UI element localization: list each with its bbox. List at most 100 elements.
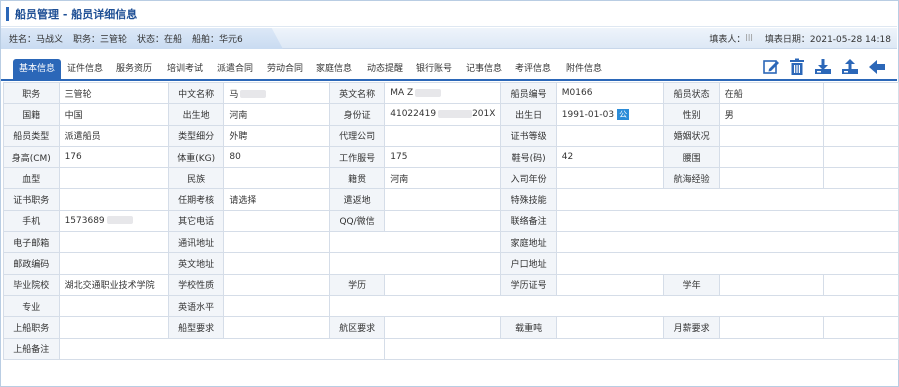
crew-type-label: 船员类型: [3, 124, 60, 147]
delete-icon[interactable]: [788, 58, 806, 76]
agency-value[interactable]: [384, 124, 502, 147]
calendar-type-badge[interactable]: 公: [617, 108, 630, 120]
type-detail-value[interactable]: 外聘: [223, 124, 330, 147]
id-card-text: 41022419: [390, 109, 437, 120]
mail-address-label: 通讯地址: [167, 231, 225, 254]
school-type-label: 学校性质: [167, 273, 225, 296]
household-address-value[interactable]: [555, 252, 899, 275]
sea-experience-value[interactable]: [718, 167, 824, 190]
native-place-value[interactable]: 河南: [384, 167, 502, 190]
height-value[interactable]: 176: [58, 145, 169, 169]
chinese-name-value[interactable]: 马: [223, 81, 330, 105]
agency-label: 代理公司: [328, 124, 386, 147]
onboard-notes-value[interactable]: [58, 337, 386, 360]
redacted-mask: [240, 90, 267, 99]
dwt-value[interactable]: [555, 316, 665, 339]
crew-summary: 姓名：马战义 职务：三管轮 状态：在船 船舶：华元6: [1, 28, 283, 49]
title-marker: [6, 7, 9, 21]
gender-value[interactable]: 男: [718, 103, 824, 126]
tab-dynamic-reminder[interactable]: 动态提醒: [367, 60, 403, 79]
special-skills-value[interactable]: [555, 188, 899, 211]
salary-req-value[interactable]: [718, 316, 824, 339]
table-row: 专业 英语水平: [3, 294, 899, 318]
tab-bank-account[interactable]: 银行账号: [416, 60, 452, 79]
repatriation-place-value[interactable]: [384, 188, 502, 211]
major-value[interactable]: [58, 294, 169, 318]
tab-cert-info[interactable]: 证件信息: [67, 60, 103, 79]
crew-type-value[interactable]: 派遣船员: [58, 124, 169, 147]
tab-dispatch-contract[interactable]: 派遣合同: [217, 60, 253, 79]
ship-type-req-label: 船型要求: [167, 316, 225, 339]
id-card-value[interactable]: 41022419 201X: [384, 103, 502, 126]
english-name-text: MA Z: [390, 88, 414, 99]
repatriation-place-label: 遣返地: [328, 188, 386, 211]
shoe-size-value[interactable]: 42: [555, 145, 665, 169]
birthplace-value[interactable]: 河南: [223, 103, 330, 126]
crew-number-value[interactable]: M0166: [555, 81, 665, 105]
join-year-value[interactable]: [555, 167, 665, 190]
school-type-value[interactable]: [223, 273, 330, 296]
english-address-value[interactable]: [223, 252, 330, 275]
term-assessment-value[interactable]: 请选择: [223, 188, 330, 211]
ethnicity-value[interactable]: [223, 167, 330, 190]
tab-training-exam[interactable]: 培训考试: [167, 60, 203, 79]
back-arrow-icon[interactable]: [868, 58, 886, 76]
cert-post-value[interactable]: [58, 188, 169, 211]
english-level-value[interactable]: [223, 294, 330, 318]
post-value[interactable]: 三管轮: [58, 81, 169, 105]
postcode-label: 邮政编码: [3, 252, 60, 275]
tab-service-record[interactable]: 服务资历: [116, 60, 152, 79]
marital-status-value[interactable]: [718, 124, 824, 147]
crew-status-value[interactable]: 在船: [718, 81, 824, 105]
school-years-value[interactable]: [718, 273, 824, 296]
tab-basic-info[interactable]: 基本信息: [13, 59, 62, 79]
english-name-value[interactable]: MA Z: [384, 81, 502, 105]
graduate-school-text: 湖北交通职业技术学院: [64, 281, 155, 292]
birth-date-value[interactable]: 1991-01-03 公: [555, 103, 665, 126]
onboard-post-value[interactable]: [58, 316, 169, 339]
crew-status: 状态：在船: [137, 35, 183, 45]
qq-wechat-value[interactable]: [384, 209, 502, 233]
tab-notes-info[interactable]: 记事信息: [466, 60, 502, 79]
mail-address-value[interactable]: [223, 231, 330, 254]
uniform-size-value[interactable]: 175: [384, 145, 502, 169]
ship-type-req-value[interactable]: [223, 316, 330, 339]
table-row: 手机 1573689 其它电话 QQ/微信 联络备注: [3, 209, 899, 233]
blood-type-value[interactable]: [58, 167, 169, 190]
tab-bar: 基本信息 证件信息 服务资历 培训考试 派遣合同 劳动合同 家庭信息 动态提醒 银行账号 记事信息…: [1, 55, 897, 81]
birthplace-text: 河南: [229, 110, 248, 121]
mobile-label: 手机: [3, 209, 60, 233]
empty-cell: [822, 124, 899, 147]
weight-value[interactable]: 80: [223, 145, 330, 169]
other-phone-value[interactable]: [223, 209, 330, 233]
graduate-school-value[interactable]: 湖北交通职业技术学院: [58, 273, 169, 296]
tab-attachment-info[interactable]: 附件信息: [566, 60, 602, 79]
mobile-value[interactable]: 1573689: [58, 209, 169, 233]
tab-evaluation-info[interactable]: 考评信息: [515, 60, 551, 79]
tab-labor-contract[interactable]: 劳动合同: [267, 60, 303, 79]
waist-value[interactable]: [718, 145, 824, 169]
cert-level-value[interactable]: [555, 124, 665, 147]
email-value[interactable]: [58, 231, 169, 254]
empty-cell: [822, 273, 899, 296]
diploma-number-value[interactable]: [555, 273, 665, 296]
edit-icon[interactable]: [762, 58, 780, 76]
upload-icon[interactable]: [841, 58, 859, 76]
sea-area-req-value[interactable]: [384, 316, 502, 339]
table-row: 毕业院校 湖北交通职业技术学院 学校性质 学历 学历证号 学年: [3, 273, 899, 296]
height-text: 176: [64, 152, 82, 163]
download-icon[interactable]: [814, 58, 832, 76]
tab-family-info[interactable]: 家庭信息: [316, 60, 352, 79]
shoe-size-text: 42: [561, 152, 574, 163]
home-address-value[interactable]: [555, 231, 899, 254]
nationality-text: 中国: [64, 110, 83, 121]
empty-cell: [384, 337, 899, 360]
fill-date: 填表日期：2021-05-28 14:18: [764, 35, 891, 45]
other-phone-label: 其它电话: [167, 209, 225, 233]
education-value[interactable]: [384, 273, 502, 296]
table-row: 上船职务 船型要求 航区要求 载重吨 月薪要求: [3, 316, 899, 339]
nationality-value[interactable]: 中国: [58, 103, 169, 126]
contact-notes-value[interactable]: [555, 209, 899, 233]
redacted-mask: [106, 216, 133, 225]
postcode-value[interactable]: [58, 252, 169, 275]
